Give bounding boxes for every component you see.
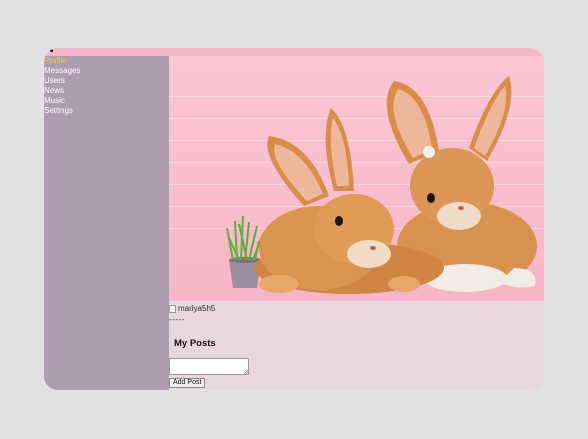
add-post-button[interactable]: Add Post [169, 378, 206, 388]
profile-banner-image [169, 56, 544, 301]
avatar-alt-text: mariya5h5 [178, 304, 216, 313]
bunnies-illustration [226, 76, 537, 294]
profile-avatar: mariya5h5 [169, 304, 215, 313]
resize-handle-icon[interactable] [243, 369, 248, 374]
app-window: Profile Messages Users News Music Settin… [44, 48, 544, 390]
nav-item-messages[interactable]: Messages [44, 66, 169, 76]
broken-image-icon [169, 304, 176, 313]
sidebar-nav: Profile Messages Users News Music Settin… [44, 56, 169, 390]
profile-content: mariya5h5 ----- My Posts Add Post [169, 56, 544, 390]
header [44, 48, 544, 56]
my-posts-heading: My Posts [174, 338, 216, 349]
nav-item-profile[interactable]: Profile [44, 56, 169, 66]
nav-item-users[interactable]: Users [44, 76, 169, 86]
profile-description: ----- [169, 315, 185, 324]
nav-item-music[interactable]: Music [44, 96, 169, 106]
nav-item-settings[interactable]: Settings [44, 106, 169, 116]
new-post-input[interactable] [169, 358, 249, 375]
nav-item-news[interactable]: News [44, 86, 169, 96]
header-logo [50, 49, 53, 52]
